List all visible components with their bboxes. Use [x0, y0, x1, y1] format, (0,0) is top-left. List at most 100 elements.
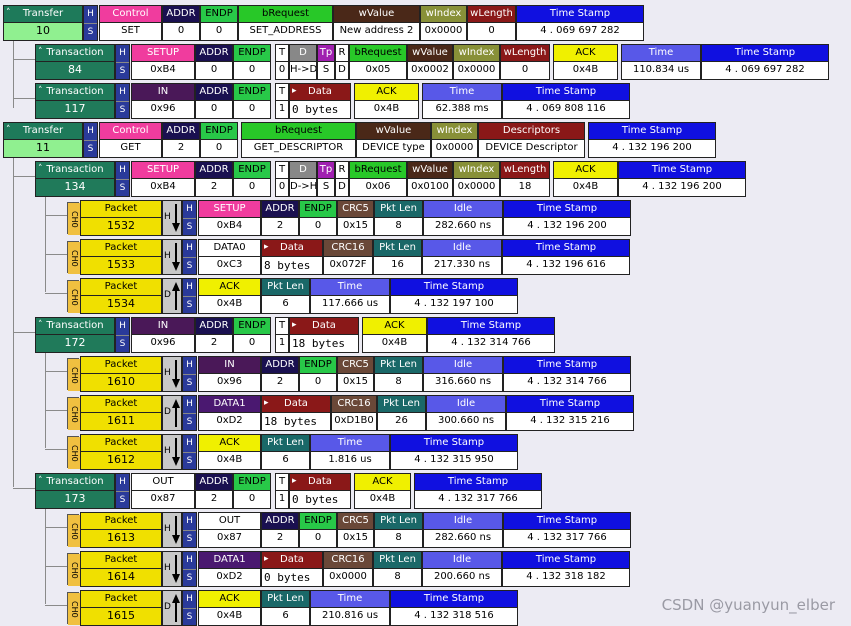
field-time-stamp[interactable]: Time Stamp 4 . 132 318 182 [502, 551, 630, 587]
packet-label[interactable]: Packet 1611 [80, 395, 162, 431]
field-addr[interactable]: ADDR 2 [195, 473, 233, 509]
field-time-stamp[interactable]: Time Stamp 4 . 132 314 766 [427, 317, 555, 353]
field-windex[interactable]: wIndex 0x0000 [453, 161, 500, 197]
field-pkt-len[interactable]: Pkt Len 8 [374, 512, 423, 548]
field-endp[interactable]: ENDP 0 [299, 512, 337, 548]
field-time-stamp[interactable]: Time Stamp 4 . 132 315 950 [390, 434, 518, 470]
field-crc16[interactable]: CRC16 0x0000 [323, 551, 373, 587]
field-out[interactable]: OUT 0x87 [131, 473, 195, 509]
field-pkt-len[interactable]: Pkt Len 8 [373, 551, 422, 587]
field-data[interactable]: ▸ Data 18 bytes [289, 317, 359, 353]
expand-triangle-icon[interactable]: ▸ [292, 474, 297, 489]
packet-label[interactable]: Packet 1612 [80, 434, 162, 470]
field-crc5[interactable]: CRC5 0x15 [337, 512, 374, 548]
field-t[interactable]: T0 [275, 161, 289, 197]
field-endp[interactable]: ENDP 0 [233, 317, 271, 353]
field-setup[interactable]: SETUP 0xB4 [198, 200, 261, 236]
field-crc16[interactable]: CRC16 0xD1B0 [331, 395, 377, 431]
field-in[interactable]: IN 0x96 [198, 356, 261, 392]
field-control[interactable]: Control SET [99, 5, 162, 41]
expand-triangle-icon[interactable]: ▸ [292, 318, 297, 333]
field-windex[interactable]: wIndex 0x0000 [453, 44, 500, 80]
field-endp[interactable]: ENDP 0 [233, 161, 271, 197]
field-ack[interactable]: ACK 0x4B [198, 434, 261, 470]
field-addr[interactable]: ADDR 2 [261, 356, 299, 392]
field-pkt-len[interactable]: Pkt Len 16 [373, 239, 422, 275]
field-crc5[interactable]: CRC5 0x15 [337, 200, 374, 236]
field-data[interactable]: ▸ Data 8 bytes [261, 239, 323, 275]
field-endp[interactable]: ENDP 0 [200, 122, 238, 158]
field-time-stamp[interactable]: Time Stamp 4 . 132 317 766 [503, 512, 631, 548]
field-ack[interactable]: ACK 0x4B [354, 83, 419, 119]
field-ack[interactable]: ACK 0x4B [553, 44, 618, 80]
field-time-stamp[interactable]: Time Stamp 4 . 132 196 200 [503, 200, 631, 236]
expand-triangle-icon[interactable]: ▸ [264, 240, 269, 255]
field-t[interactable]: T1 [275, 473, 289, 509]
field-data[interactable]: ▸ Data 0 bytes [289, 473, 351, 509]
field-data1[interactable]: DATA1 0xD2 [198, 395, 261, 431]
field-data0[interactable]: DATA0 0xC3 [198, 239, 261, 275]
field-windex[interactable]: wIndex 0x0000 [420, 5, 467, 41]
field-ack[interactable]: ACK 0x4B [553, 161, 618, 197]
field-ack[interactable]: ACK 0x4B [198, 590, 261, 626]
expand-triangle-icon[interactable]: ▸ [264, 396, 269, 411]
field-time-stamp[interactable]: Time Stamp 4 . 069 808 116 [502, 83, 630, 119]
field-d[interactable]: D H->D [289, 44, 317, 80]
transaction-label[interactable]: ˄ Transaction 134 [35, 161, 115, 197]
field-endp[interactable]: ENDP 0 [299, 356, 337, 392]
packet-label[interactable]: Packet 1615 [80, 590, 162, 626]
field-time[interactable]: Time 110.834 us [621, 44, 701, 80]
field-idle[interactable]: Idle 316.660 ns [423, 356, 503, 392]
field-brequest[interactable]: bRequest 0x06 [349, 161, 407, 197]
collapse-caret-icon[interactable]: ˄ [38, 474, 43, 489]
field-wvalue[interactable]: wValue 0x0002 [407, 44, 453, 80]
field-time[interactable]: Time 210.816 us [310, 590, 390, 626]
field-pkt-len[interactable]: Pkt Len 6 [261, 434, 310, 470]
field-control[interactable]: Control GET [99, 122, 162, 158]
field-out[interactable]: OUT 0x87 [198, 512, 261, 548]
field-pkt-len[interactable]: Pkt Len 8 [374, 200, 423, 236]
field-brequest[interactable]: bRequest GET_DESCRIPTOR [241, 122, 356, 158]
field-setup[interactable]: SETUP 0xB4 [131, 161, 195, 197]
packet-label[interactable]: Packet 1534 [80, 278, 162, 314]
field-endp[interactable]: ENDP 0 [233, 473, 271, 509]
field-time[interactable]: Time 1.816 us [310, 434, 390, 470]
packet-label[interactable]: Packet 1613 [80, 512, 162, 548]
field-ack[interactable]: ACK 0x4B [362, 317, 427, 353]
field-wvalue[interactable]: wValue DEVICE type [356, 122, 431, 158]
collapse-caret-icon[interactable]: ˄ [38, 318, 43, 333]
transfer-label[interactable]: ˄ Transfer 11 [3, 122, 83, 158]
field-wlength[interactable]: wLength 18 [500, 161, 550, 197]
field-idle[interactable]: Idle 200.660 ns [422, 551, 502, 587]
field-crc16[interactable]: CRC16 0x072F [323, 239, 373, 275]
transfer-label[interactable]: ˄ Transfer 10 [3, 5, 83, 41]
field-windex[interactable]: wIndex 0x0000 [431, 122, 478, 158]
packet-label[interactable]: Packet 1614 [80, 551, 162, 587]
field-time-stamp[interactable]: Time Stamp 4 . 132 196 616 [502, 239, 630, 275]
field-endp[interactable]: ENDP 0 [200, 5, 238, 41]
field-addr[interactable]: ADDR 0 [195, 83, 233, 119]
field-in[interactable]: IN 0x96 [131, 83, 195, 119]
field-r[interactable]: RD [335, 161, 349, 197]
expand-triangle-icon[interactable]: ▸ [264, 552, 269, 567]
packet-label[interactable]: Packet 1532 [80, 200, 162, 236]
field-wlength[interactable]: wLength 0 [500, 44, 550, 80]
field-data[interactable]: ▸ Data 0 bytes [261, 551, 323, 587]
field-time-stamp[interactable]: Time Stamp 4 . 132 197 100 [390, 278, 518, 314]
field-brequest[interactable]: bRequest SET_ADDRESS [238, 5, 333, 41]
field-wvalue[interactable]: wValue 0x0100 [407, 161, 453, 197]
field-t[interactable]: T1 [275, 317, 289, 353]
field-idle[interactable]: Idle 282.660 ns [423, 200, 503, 236]
field-idle[interactable]: Idle 300.660 ns [426, 395, 506, 431]
transaction-label[interactable]: ˄ Transaction 172 [35, 317, 115, 353]
field-addr[interactable]: ADDR 2 [261, 200, 299, 236]
field-time[interactable]: Time 62.388 ms [422, 83, 502, 119]
field-addr[interactable]: ADDR 2 [162, 122, 200, 158]
collapse-caret-icon[interactable]: ˄ [38, 84, 43, 99]
field-pkt-len[interactable]: Pkt Len 6 [261, 278, 310, 314]
packet-label[interactable]: Packet 1533 [80, 239, 162, 275]
field-r[interactable]: RD [335, 44, 349, 80]
field-crc5[interactable]: CRC5 0x15 [337, 356, 374, 392]
field-brequest[interactable]: bRequest 0x05 [349, 44, 407, 80]
field-addr[interactable]: ADDR 0 [195, 44, 233, 80]
